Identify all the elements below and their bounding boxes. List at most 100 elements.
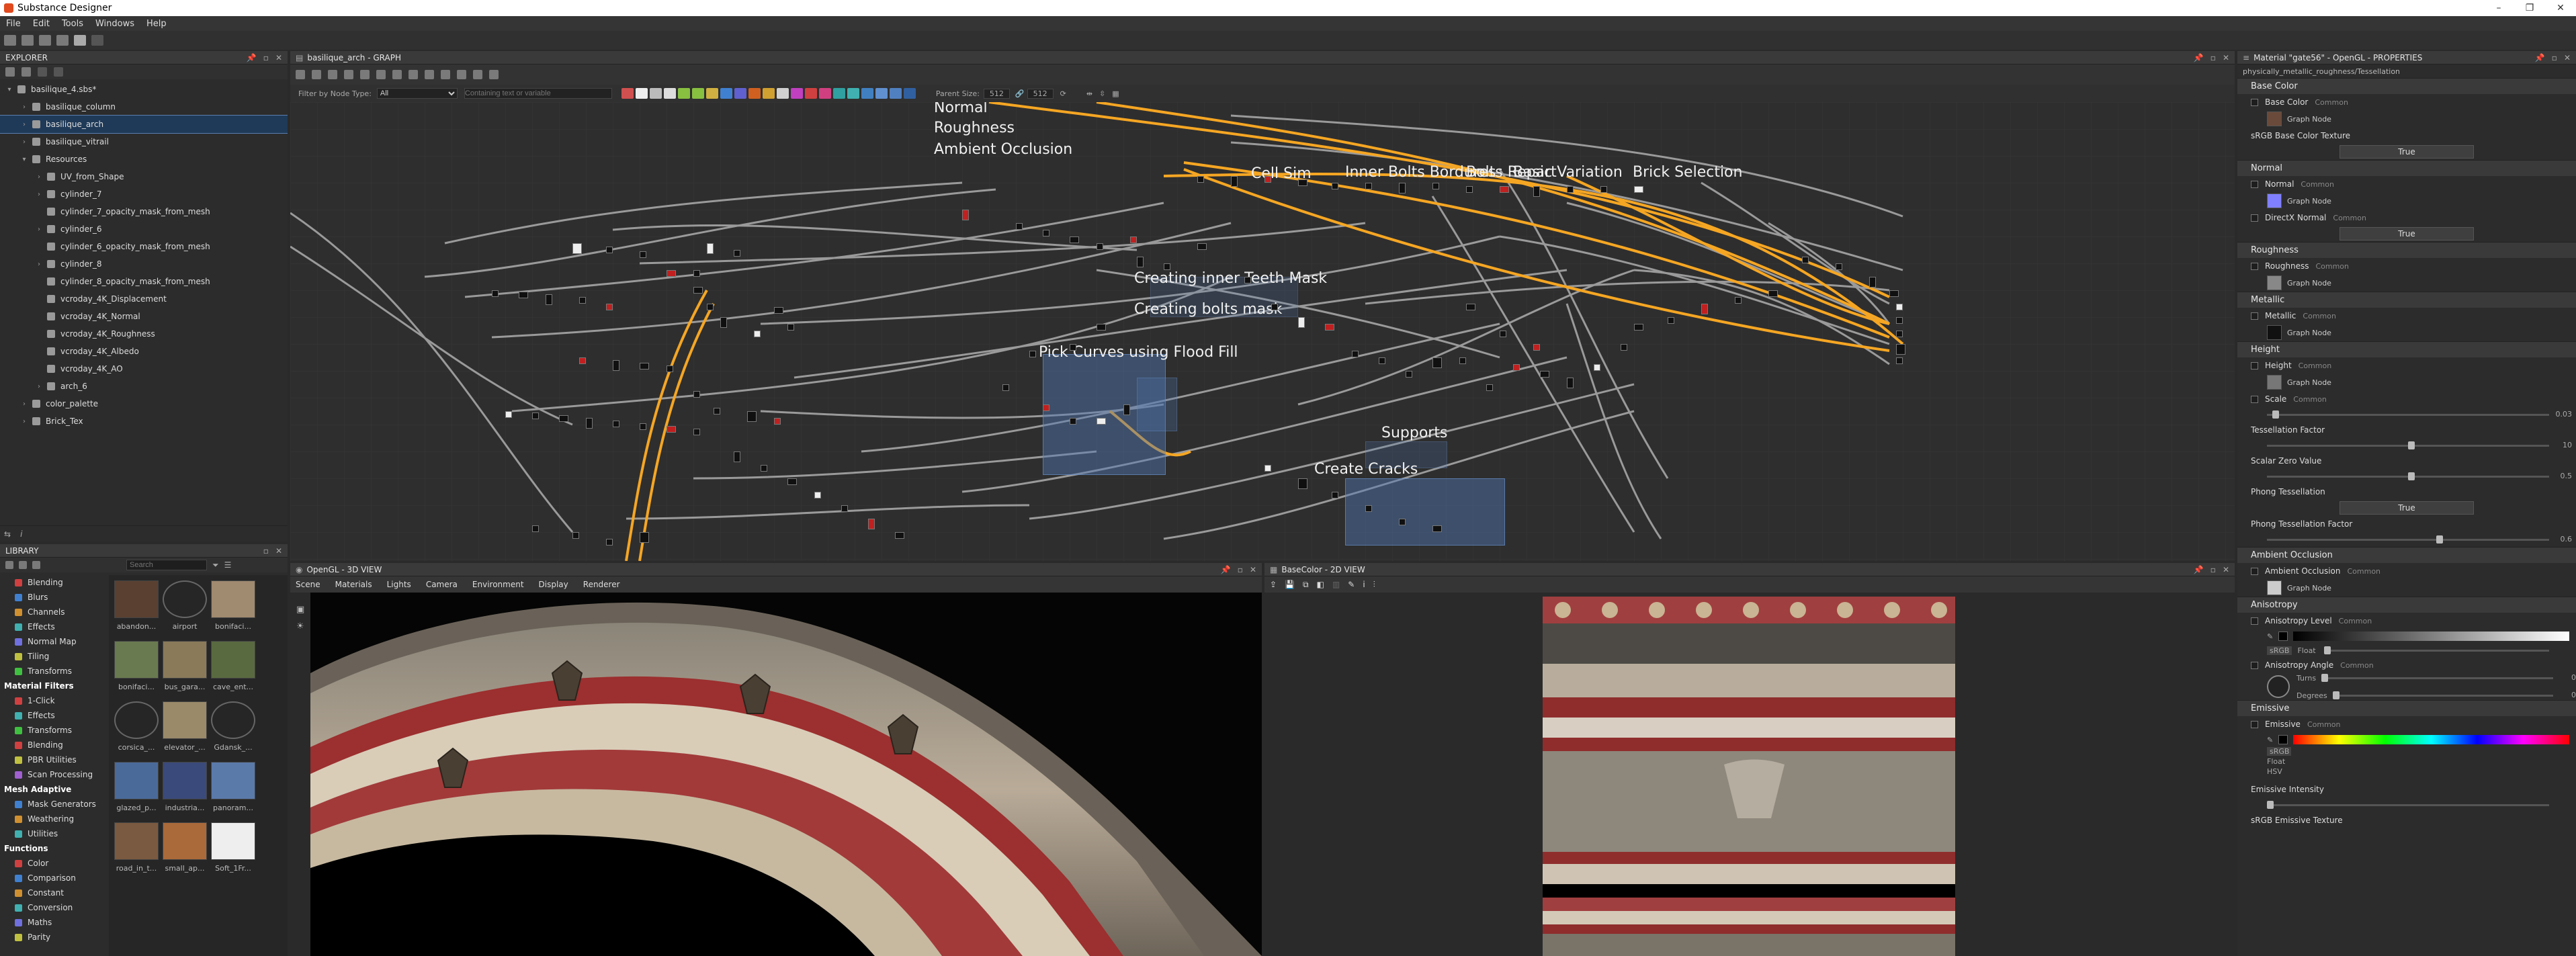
pin-icon[interactable]: 📌 (2194, 53, 2204, 62)
explorer-item[interactable]: vcroday_4K_Albedo (0, 343, 288, 360)
float-icon[interactable]: ▫ (2210, 53, 2216, 62)
menu-edit[interactable]: Edit (27, 19, 56, 29)
link-icon[interactable]: ⇆ (4, 529, 11, 539)
frame-create-cracks[interactable] (1345, 478, 1505, 546)
camera-view-icon[interactable]: ▣ (296, 605, 310, 615)
close-panel-icon[interactable]: ✕ (2223, 565, 2229, 574)
eyedropper-icon[interactable]: ✎ (2267, 632, 2273, 641)
metallic-checkbox[interactable] (2251, 312, 2258, 320)
graph-node[interactable] (1070, 418, 1076, 425)
refresh-icon[interactable]: ⟳ (1060, 89, 1066, 98)
graph-node[interactable] (546, 294, 552, 305)
graph-node[interactable] (1836, 263, 1842, 270)
graph-node[interactable] (1097, 243, 1103, 250)
graph-node[interactable] (1701, 304, 1708, 314)
graph-node[interactable] (774, 307, 783, 314)
library-category[interactable]: Conversion (0, 900, 108, 915)
graph-node[interactable] (1533, 186, 1540, 197)
graph-node[interactable] (1600, 186, 1607, 193)
height-graph-node[interactable]: Graph Node (2237, 374, 2576, 391)
library-category[interactable]: Channels (0, 605, 108, 619)
aniso-level-checkbox[interactable] (2251, 617, 2258, 625)
explorer-item[interactable]: › cylinder_8 (0, 255, 288, 273)
graph-node[interactable] (1298, 179, 1307, 186)
graph-node[interactable] (1271, 304, 1278, 310)
graph-node[interactable] (1896, 344, 1905, 355)
graph-node[interactable] (747, 411, 757, 422)
environment-thumbnail[interactable] (211, 762, 255, 799)
graph-node[interactable] (667, 365, 673, 372)
library-category[interactable]: Blending (0, 575, 108, 590)
open-package-icon[interactable] (22, 67, 31, 77)
library-category[interactable]: PBR Utilities (0, 752, 108, 767)
camera-icon[interactable] (328, 70, 337, 79)
float-icon[interactable]: ▫ (263, 53, 269, 62)
filter-icon[interactable]: ⏷ (212, 560, 219, 570)
base-color-graph-node[interactable]: Graph Node (2237, 110, 2576, 128)
library-category[interactable]: Effects (0, 619, 108, 634)
pin-icon[interactable]: 📌 (2535, 53, 2545, 62)
view3d-menu-scene[interactable]: Scene (296, 580, 320, 589)
graph-node[interactable] (1466, 186, 1473, 193)
graph-node[interactable] (640, 423, 646, 430)
library-section-header[interactable]: Mesh Adaptive (0, 782, 108, 797)
explorer-item[interactable]: › color_palette (0, 395, 288, 412)
graph-node[interactable] (559, 415, 568, 422)
scale-checkbox[interactable] (2251, 395, 2258, 403)
node-type-filter[interactable]: All (376, 88, 458, 99)
expand-toggle-icon[interactable]: ▾ (5, 86, 13, 93)
graph-node[interactable] (693, 270, 700, 277)
graph-node[interactable] (814, 492, 821, 498)
graph-node[interactable] (1244, 277, 1251, 284)
expand-toggle-icon[interactable]: › (35, 383, 43, 390)
graph-node[interactable] (1500, 186, 1509, 193)
phong-tess-toggle[interactable]: True (2237, 500, 2576, 516)
graph-node[interactable] (693, 391, 700, 398)
library-category[interactable]: Constant (0, 885, 108, 900)
library-category[interactable]: Normal Map (0, 634, 108, 649)
float-icon[interactable]: ▫ (263, 546, 269, 556)
expand-toggle-icon[interactable]: › (20, 418, 28, 425)
graph-node[interactable] (1513, 364, 1520, 371)
expand-toggle-icon[interactable]: › (35, 261, 43, 268)
node-filter-chip[interactable] (734, 88, 746, 99)
settings-icon[interactable] (457, 70, 466, 79)
graph-node[interactable] (1197, 243, 1207, 250)
graph-node[interactable] (787, 324, 794, 331)
graph-node[interactable] (1459, 357, 1466, 364)
explorer-item[interactable]: cylinder_7_opacity_mask_from_mesh (0, 203, 288, 220)
degrees-slider[interactable]: 0 (2332, 688, 2576, 703)
graph-node[interactable] (1379, 357, 1385, 364)
environment-thumbnail[interactable] (211, 580, 255, 618)
node-filter-chip[interactable] (832, 88, 845, 99)
graph-node[interactable] (1264, 176, 1271, 183)
environment-thumbnail[interactable] (163, 822, 207, 860)
graph-node[interactable] (1130, 236, 1137, 243)
maximize-view-icon[interactable] (489, 70, 499, 79)
explorer-item[interactable]: › cylinder_7 (0, 185, 288, 203)
graph-node[interactable] (1043, 230, 1049, 236)
library-category[interactable]: Blending (0, 738, 108, 752)
library-category[interactable]: Effects (0, 708, 108, 723)
aniso-float-label[interactable]: Float (2297, 646, 2315, 655)
frame-icon[interactable] (296, 70, 305, 79)
height-checkbox[interactable] (2251, 361, 2258, 370)
view3d-menu-lights[interactable]: Lights (387, 580, 411, 589)
section-roughness[interactable]: Roughness (2237, 242, 2576, 258)
graph-node[interactable] (754, 331, 761, 337)
graph-node[interactable] (1896, 304, 1903, 310)
node-filter-chip[interactable] (663, 88, 676, 99)
menu-tools[interactable]: Tools (56, 19, 89, 29)
roughness-graph-node[interactable]: Graph Node (2237, 274, 2576, 292)
close-panel-icon[interactable]: ✕ (275, 53, 282, 62)
graph-node[interactable] (1298, 478, 1307, 489)
graph-node[interactable] (586, 418, 593, 429)
histogram-icon[interactable]: ⫶ (1373, 580, 1375, 590)
explorer-item[interactable]: › basilique_column (0, 98, 288, 116)
graph-node[interactable] (640, 251, 646, 258)
directx-normal-toggle[interactable]: True (2237, 226, 2576, 242)
library-category[interactable]: Transforms (0, 723, 108, 738)
fit-icon[interactable] (473, 70, 482, 79)
graph-node[interactable] (1016, 223, 1023, 230)
explorer-item[interactable]: › basilique_vitrail (0, 133, 288, 150)
